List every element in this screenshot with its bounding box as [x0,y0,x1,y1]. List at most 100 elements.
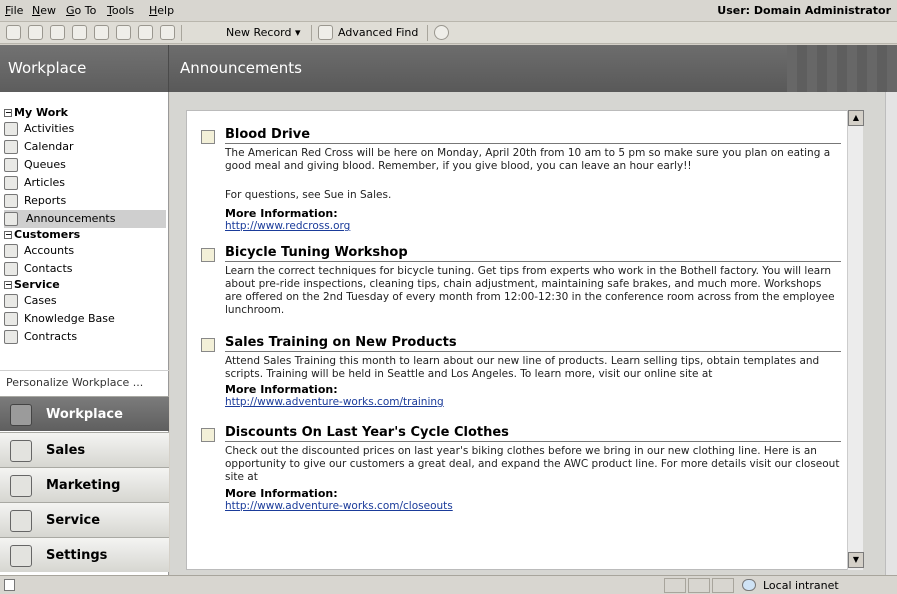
toolbar-separator [311,25,312,41]
header-bar: Workplace Announcements [0,45,897,92]
accounts-icon [4,244,18,258]
edit-icon[interactable] [94,25,109,40]
more-information-label: More Information: [225,383,338,396]
nav-marketing-button[interactable]: Marketing [0,467,169,502]
announcement-title: Blood Drive [225,127,841,144]
search-icon [4,312,18,326]
announcement-icon [201,338,215,352]
new-record-button[interactable]: New Record ▾ [226,26,301,39]
reports-icon [4,194,18,208]
sidebar-item-calendar[interactable]: Calendar [4,138,166,156]
sidebar-item-queues[interactable]: Queues [4,156,166,174]
email-icon[interactable] [72,25,87,40]
collapse-icon[interactable]: − [4,231,12,239]
announcement-body: Attend Sales Training this month to lear… [225,355,820,380]
save-icon[interactable] [6,25,21,40]
security-zone-label: Local intranet [763,579,839,592]
calendar-icon[interactable] [116,25,131,40]
announcement-title: Bicycle Tuning Workshop [225,245,841,262]
cases-icon [4,294,18,308]
menu-help[interactable]: Help [149,4,174,17]
menu-file[interactable]: File [5,4,23,17]
announcement-icon [201,248,215,262]
status-bar: Local intranet [0,575,897,594]
header-decoration [787,45,897,92]
toolbar-separator [427,25,428,41]
menu-bar: File New Go To Tools Help User: Domain A… [0,0,897,22]
nav-settings-button[interactable]: Settings [0,537,169,572]
announcements-panel[interactable]: Blood Drive The American Red Cross will … [186,110,859,570]
menu-tools[interactable]: Tools [107,4,134,17]
status-pane [688,578,710,593]
scroll-up-icon[interactable]: ▲ [848,110,864,126]
sidebar-item-activities[interactable]: Activities [4,120,166,138]
sidebar-item-articles[interactable]: Articles [4,174,166,192]
activities-icon [4,122,18,136]
contacts-icon [4,262,18,276]
nav-workplace-button[interactable]: Workplace [0,396,169,431]
sidebar-item-contracts[interactable]: Contracts [4,328,166,346]
articles-icon [4,176,18,190]
sidebar-item-announcements[interactable]: Announcements [4,210,166,228]
crm-window: File New Go To Tools Help User: Domain A… [0,0,897,594]
menu-go-to[interactable]: Go To [66,4,96,17]
nav-sales-button[interactable]: Sales [0,432,169,467]
sidebar-item-knowledge-base[interactable]: Knowledge Base [4,310,166,328]
intranet-icon [742,579,756,591]
toolbar-separator [181,25,182,41]
announcement-link[interactable]: http://www.redcross.org [225,220,350,232]
announcements-icon [4,212,18,226]
workplace-tree: − My Work Activities Calendar Queues Arti… [4,106,166,346]
more-information-label: More Information: [225,487,338,500]
status-pane [664,578,686,593]
refresh-icon[interactable] [50,25,65,40]
announcement-body: For questions, see Sue in Sales. [225,189,392,201]
sidebar: − My Work Activities Calendar Queues Arti… [0,92,169,575]
calendar-icon [4,140,18,154]
announcement-title: Discounts On Last Year's Cycle Clothes [225,425,841,442]
menu-new[interactable]: New [32,4,56,17]
panel-scrollbar[interactable]: ▲ ▼ [847,110,864,570]
personalize-workplace-link[interactable]: Personalize Workplace ... [6,376,143,389]
main-content: Blood Drive The American Red Cross will … [170,92,897,575]
page-icon [4,579,15,591]
collapse-icon[interactable]: − [4,281,12,289]
contracts-icon [4,330,18,344]
service-icon [10,510,32,532]
sales-icon [10,440,32,462]
group-my-work[interactable]: − My Work [4,106,166,120]
more-information-label: More Information: [225,207,338,220]
page-title: Announcements [180,59,302,77]
window-scrollbar[interactable] [885,92,897,575]
print-icon[interactable] [28,25,43,40]
help-icon[interactable] [434,25,449,40]
advanced-find-icon [318,25,333,40]
announcement-body: Learn the correct techniques for bicycle… [225,265,835,316]
sidebar-item-cases[interactable]: Cases [4,292,166,310]
group-service[interactable]: − Service [4,278,166,292]
workplace-icon [10,404,32,426]
announcements-header: Announcements [170,45,897,92]
nav-service-button[interactable]: Service [0,502,169,537]
marketing-icon [10,475,32,497]
workplace-header: Workplace [0,45,169,92]
sidebar-item-reports[interactable]: Reports [4,192,166,210]
announcement-body: The American Red Cross will be here on M… [225,147,831,172]
announcement-body: Check out the discounted prices on last … [225,445,840,483]
announcement-icon [201,130,215,144]
announcement-link[interactable]: http://www.adventure-works.com/training [225,396,444,408]
announcement-link[interactable]: http://www.adventure-works.com/closeouts [225,500,453,512]
users-icon[interactable] [160,25,175,40]
workplace-title: Workplace [8,59,87,77]
announcement-icon [201,428,215,442]
scroll-down-icon[interactable]: ▼ [848,552,864,568]
status-pane [712,578,734,593]
collapse-icon[interactable]: − [4,109,12,117]
sidebar-item-accounts[interactable]: Accounts [4,242,166,260]
settings-icon [10,545,32,567]
sidebar-item-contacts[interactable]: Contacts [4,260,166,278]
announcement-title: Sales Training on New Products [225,335,841,352]
group-customers[interactable]: − Customers [4,228,166,242]
advanced-find-button[interactable]: Advanced Find [338,26,418,39]
form-icon[interactable] [138,25,153,40]
